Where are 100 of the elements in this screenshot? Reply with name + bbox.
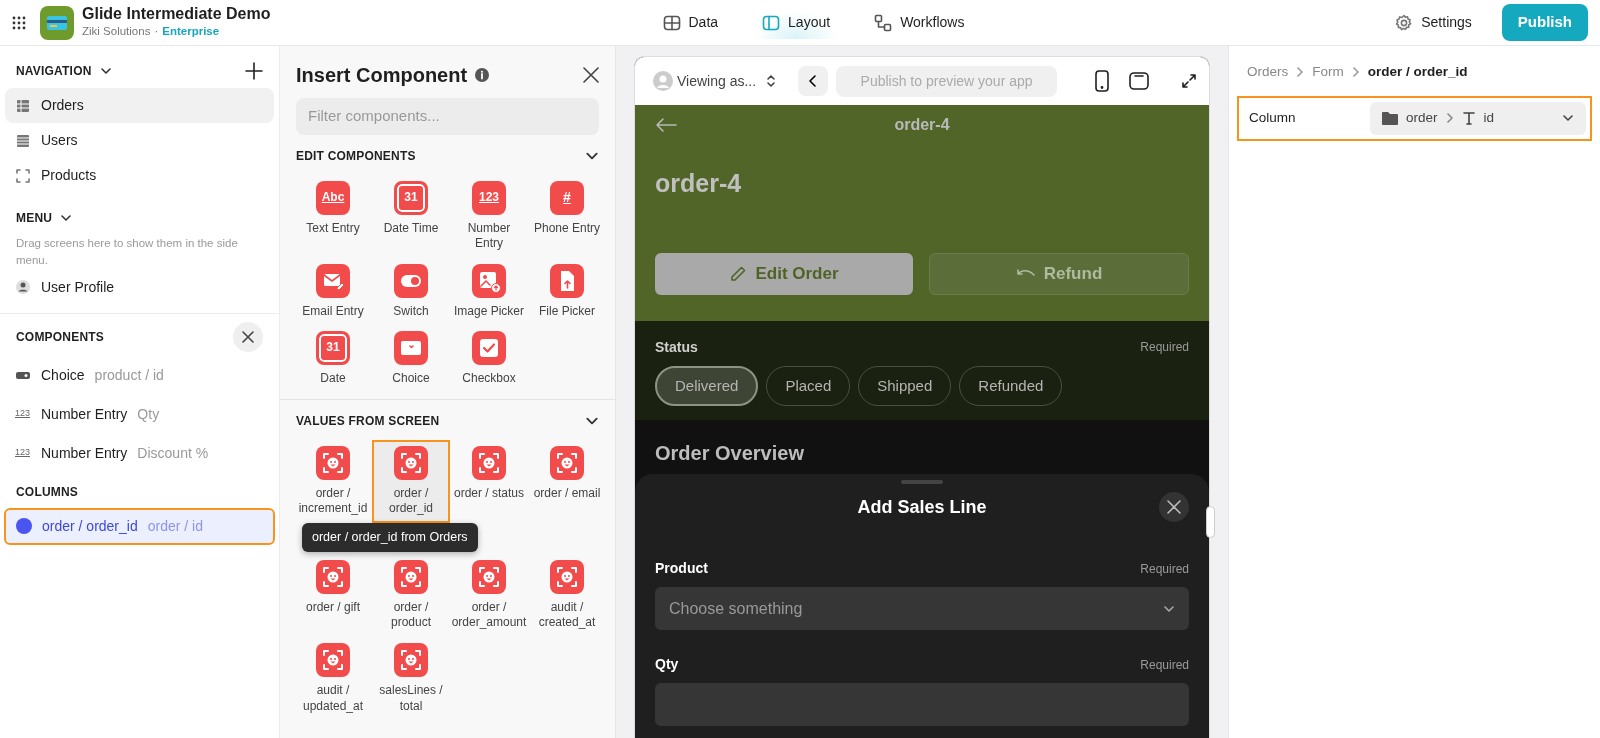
tile-label: order / status [454,485,524,502]
settings-button[interactable]: Settings [1381,6,1486,39]
status-chip[interactable]: Delivered [655,365,759,406]
avatar-icon [653,71,673,91]
required-label: Required [1140,339,1189,356]
field-label: Qty [655,655,679,674]
required-label: Required [1140,560,1189,578]
hash-icon: # [550,180,584,215]
component-item[interactable]: Choice product / id [5,355,274,395]
calendar-icon: 31 [316,331,350,366]
close-icon[interactable] [583,67,599,83]
close-button[interactable] [233,321,263,352]
component-tile[interactable]: order / status [450,439,528,524]
menu-item[interactable]: User Profile [5,269,274,305]
frame-icon [316,559,350,594]
frame-icon [316,643,350,677]
component-tile[interactable]: 123 Number Entry [450,174,528,258]
text-entry-icon: Abc [316,180,350,215]
toggle-icon [394,263,428,298]
phone-icon[interactable] [1095,70,1109,92]
info-icon [475,68,490,82]
component-tile[interactable]: Switch [372,257,450,326]
component-tile[interactable]: # Phone Entry [528,174,606,258]
menu-hint: Drag screens here to show them in the side menu. [15,236,239,269]
tile-label: order / gift [306,599,360,616]
component-item[interactable]: 123 Number Entry Discount % [5,433,274,473]
breadcrumb-item: order / order_id [1367,63,1468,81]
component-tile[interactable]: order / email [528,439,606,524]
filter-field[interactable]: Filter components... [296,98,599,135]
component-tile[interactable]: File Picker [528,257,606,326]
breadcrumb-item[interactable]: Orders [1247,62,1289,83]
apps-grid-icon[interactable] [12,15,26,30]
component-tile[interactable]: order / gift [294,553,372,637]
component-item[interactable]: 123 Number Entry Qty [5,394,274,434]
tile-label: order / product [390,599,432,631]
section-heading: EDIT COMPONENTS [296,147,416,165]
column-item[interactable]: order / order_id order / id [6,509,273,543]
panel-title: Insert Component [296,63,468,88]
resize-handle[interactable] [1206,506,1215,538]
workflow-icon [874,13,893,32]
required-label: Required [1140,656,1189,674]
component-tile[interactable]: Image Picker [450,257,528,326]
number-icon: 123 [15,446,31,460]
component-tile[interactable]: order / order_id [372,439,450,524]
component-tile[interactable]: Email Entry [294,257,372,326]
viewing-as-selector[interactable]: Viewing as... [647,69,783,93]
component-tile[interactable]: audit / created_at [528,553,606,637]
section-title: Order Overview [654,441,805,466]
frame-icon [472,445,506,480]
screen-heading: order-4 [655,168,743,199]
field-label: Status [655,337,698,357]
sheet-title: Add Sales Line [857,495,987,519]
screen-item[interactable]: Products [5,158,274,193]
tile-label: Checkbox [462,371,516,387]
column-name: order / order_id [42,516,138,536]
frame-icon [394,445,428,480]
component-tile[interactable]: order / order_amount [450,553,528,637]
expand-icon[interactable] [1181,73,1197,89]
tile-label: Number Entry [466,220,512,252]
back-button[interactable] [798,66,829,96]
tablet-icon[interactable] [1129,72,1149,90]
component-tile[interactable]: order / product [372,553,450,637]
text-type-icon [1461,111,1476,126]
number-icon: 123 [472,180,506,215]
breadcrumb-item[interactable]: Form [1312,62,1344,83]
back-arrow-icon[interactable] [655,117,677,133]
field-label: Column [1249,109,1296,128]
component-tile[interactable]: Checkbox [450,325,528,393]
component-tile[interactable]: 31 Date [294,325,372,393]
screen-item[interactable]: Users [5,123,274,158]
nav-tab[interactable]: Workflows [860,6,979,39]
tile-label: audit / created_at [537,599,597,631]
pencil-icon [729,264,748,283]
separator-dot: · [154,23,159,39]
chevron-down-icon [60,212,73,224]
nav-tab[interactable]: Data [648,6,733,39]
envelope-icon [316,263,350,298]
drag-handle[interactable] [901,480,943,484]
product-select[interactable]: Choose something [655,587,1189,630]
component-tile[interactable]: Choice [372,325,450,393]
component-tile[interactable]: Abc Text Entry [294,174,372,258]
section-heading: MENU [16,210,53,227]
number-icon: 123 [15,407,31,421]
frame-icon [394,643,428,677]
frame-icon [394,559,428,594]
column-select[interactable]: order id [1370,102,1586,135]
component-tile[interactable]: salesLines / total [372,637,450,721]
tile-label: order / order_id [388,485,434,518]
add-icon[interactable] [245,62,263,80]
component-tile[interactable]: audit / updated_at [294,637,372,721]
screen-item[interactable]: Orders [5,88,274,123]
tile-label: order / increment_id [297,485,369,518]
chevron-down-icon [99,65,112,77]
component-tile[interactable]: 31 Date Time [372,174,450,258]
close-button[interactable] [1159,492,1189,522]
tooltip: order / order_id from Orders [302,523,478,552]
tile-label: audit / updated_at [301,683,365,715]
tile-label: Phone Entry [533,220,600,237]
component-tile[interactable]: order / increment_id [294,439,372,524]
tile-label: Choice [392,371,430,387]
